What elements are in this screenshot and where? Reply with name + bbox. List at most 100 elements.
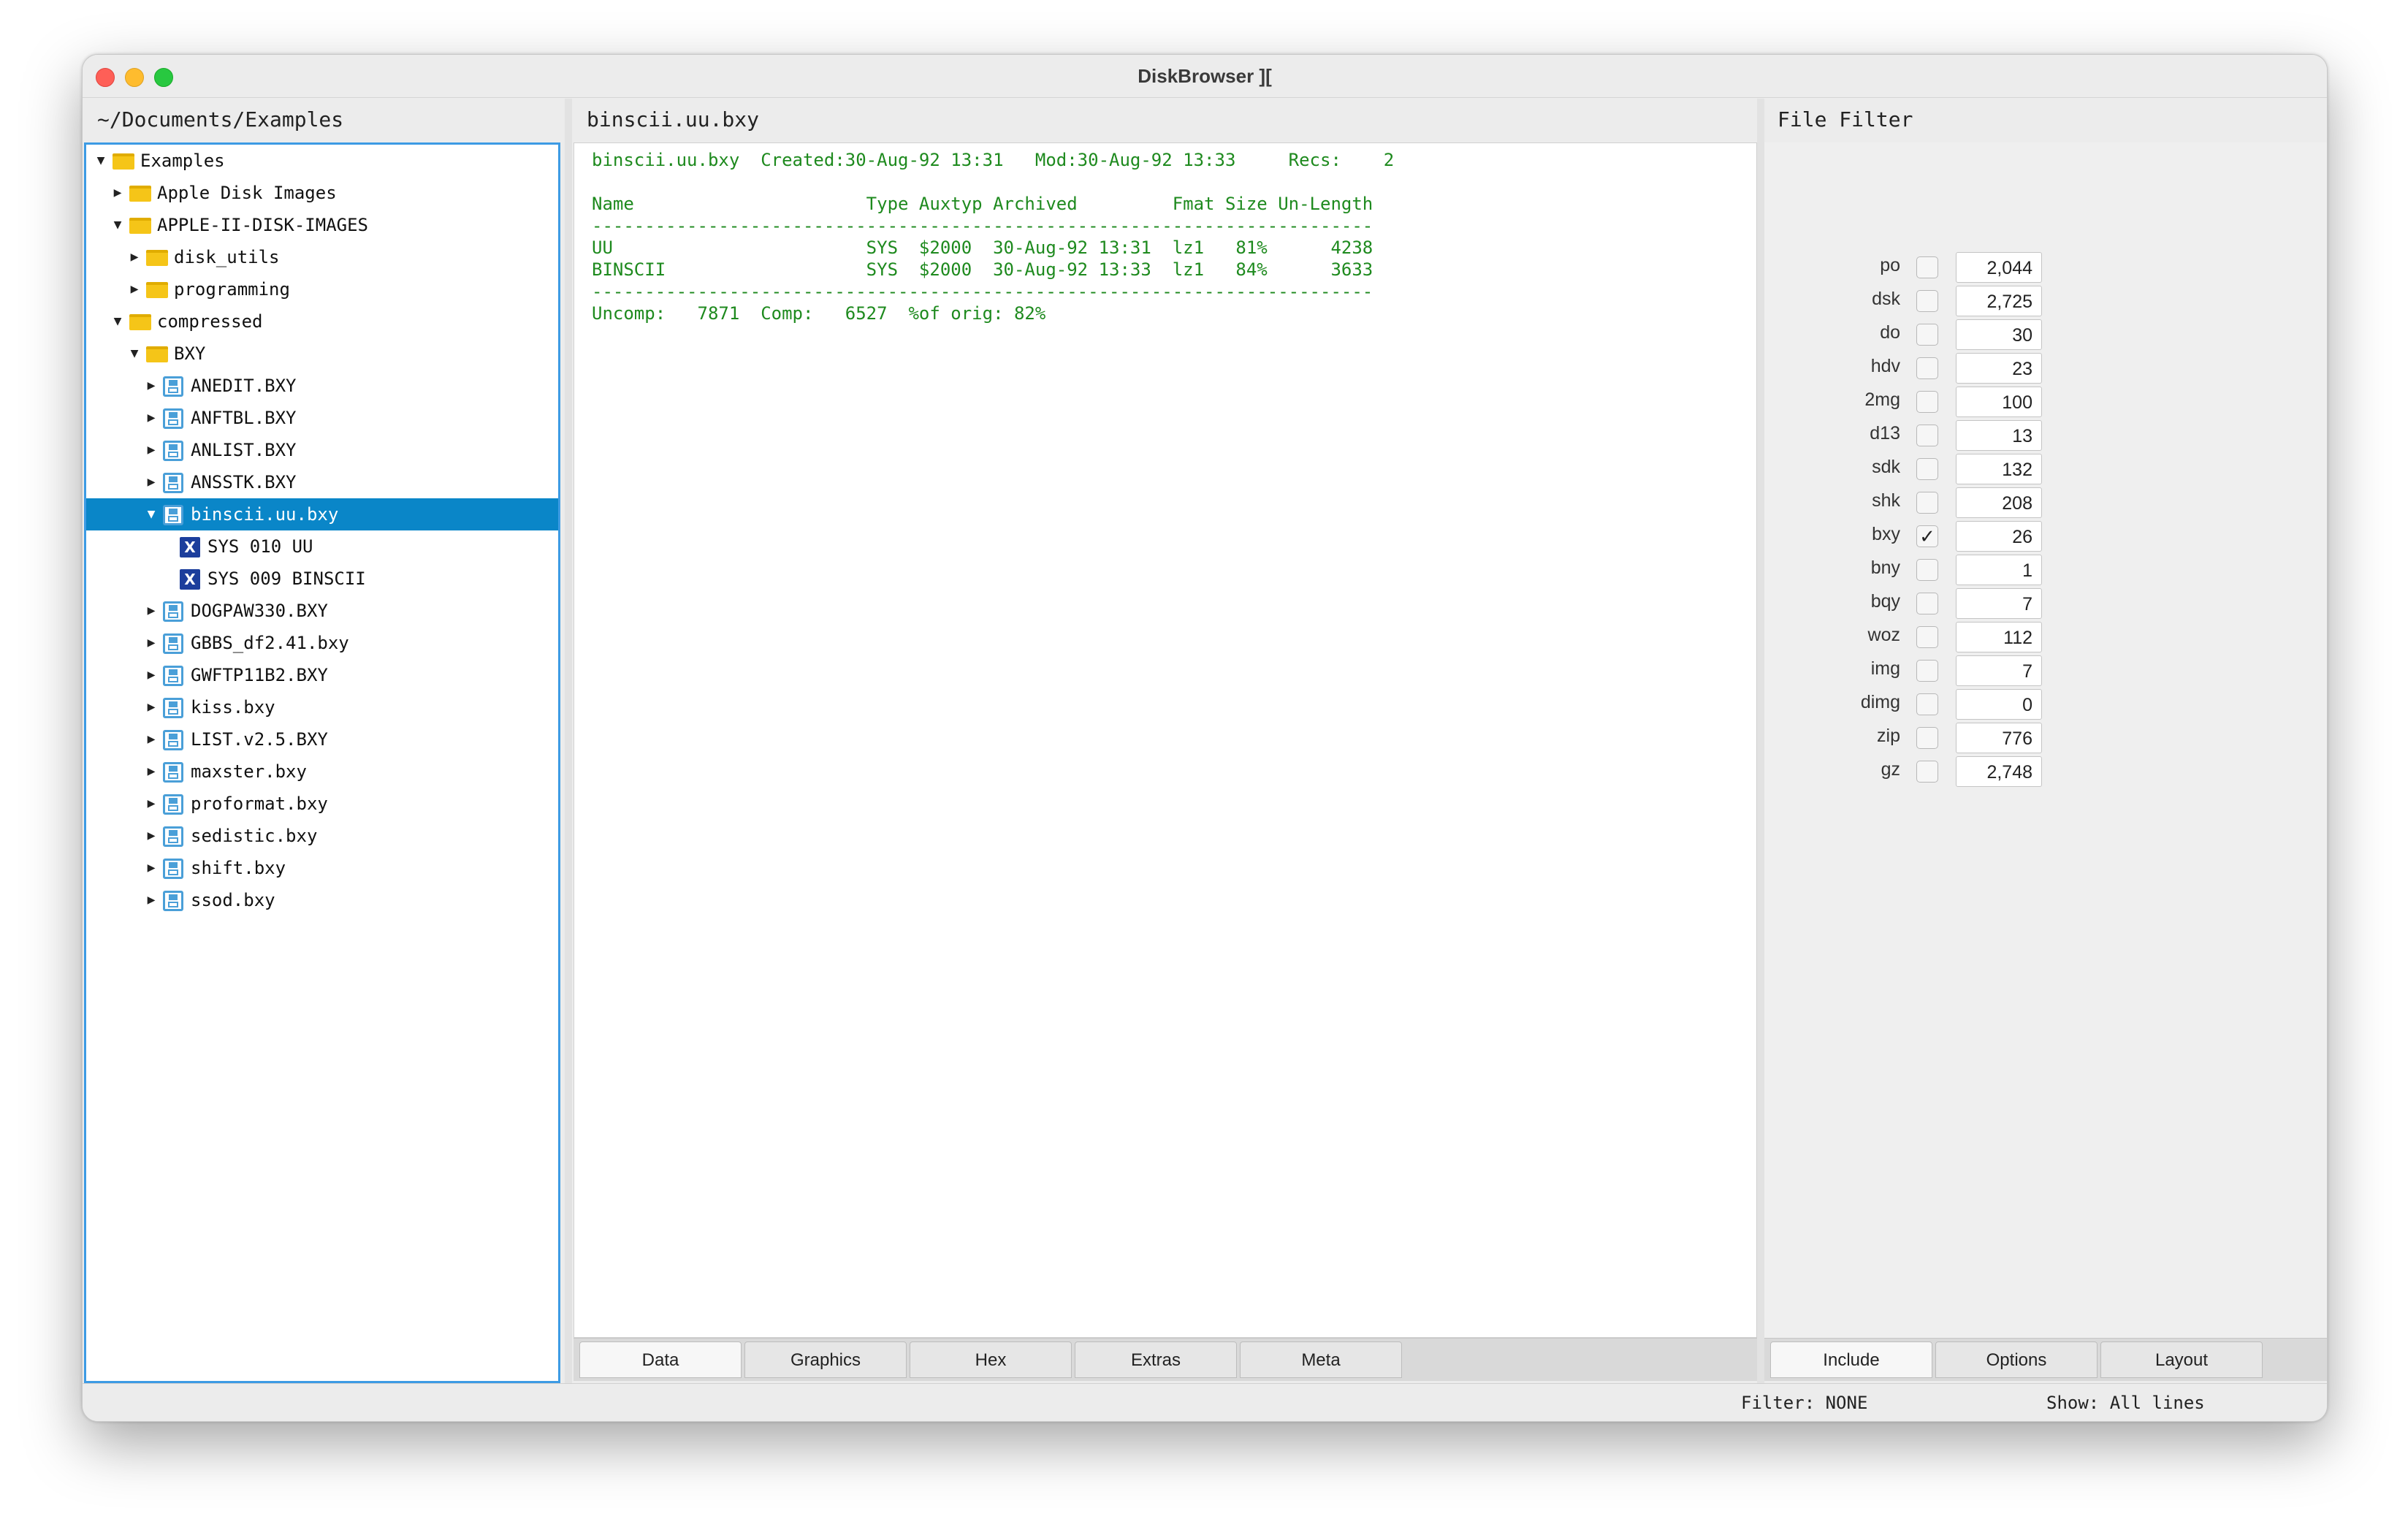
folder-icon [146,346,168,362]
expand-arrow-icon[interactable]: ▶ [144,756,159,788]
tree-item-label: compressed [157,311,263,332]
filter-checkbox-do[interactable] [1916,324,1938,346]
window-title: DiskBrowser ][ [1138,65,1272,87]
filter-tab-layout[interactable]: Layout [2100,1341,2263,1378]
tree-item-label: SYS 009 BINSCII [207,568,366,589]
disk-icon [163,473,183,493]
tree-item-shift-bxy[interactable]: ▶ shift.bxy [86,852,558,884]
left-splitter[interactable] [565,99,572,1421]
filter-row-sdk: sdk 132 [1764,452,2327,486]
filter-label: po [1880,255,1900,275]
content-area[interactable]: binscii.uu.bxy Created:30-Aug-92 13:31 M… [574,142,1757,1338]
filter-checkbox-bqy[interactable] [1916,593,1938,614]
tree-item-programming[interactable]: ▶ programming [86,273,558,305]
filter-count: 112 [1956,622,2042,652]
tree-item-ansstk-bxy[interactable]: ▶ ANSSTK.BXY [86,466,558,498]
expand-arrow-icon[interactable]: ▶ [144,402,159,434]
filter-label: zip [1877,726,1900,746]
tree-item-sys-010-uu[interactable]: X SYS 010 UU [86,530,558,563]
tree-item-ssod-bxy[interactable]: ▶ ssod.bxy [86,884,558,916]
filter-tab-include[interactable]: Include [1770,1341,1932,1378]
filter-tab-options[interactable]: Options [1935,1341,2098,1378]
tab-graphics[interactable]: Graphics [744,1341,907,1378]
folder-icon [113,153,134,170]
tree-item-anftbl-bxy[interactable]: ▶ ANFTBL.BXY [86,402,558,434]
expand-arrow-icon[interactable]: ▶ [144,884,159,916]
expand-arrow-icon[interactable]: ▶ [144,627,159,659]
tree-item-label: disk_utils [174,247,280,267]
file-filter-list: po 2,044 dsk 2,725 do 30 hdv 23 2mg 100 d13 13 sdk 13… [1764,142,2327,1338]
filter-checkbox-bxy[interactable]: ✓ [1916,525,1938,547]
expand-arrow-icon[interactable]: ▶ [144,723,159,756]
file-listing-text: binscii.uu.bxy Created:30-Aug-92 13:31 M… [592,150,1395,324]
filter-checkbox-img[interactable] [1916,660,1938,682]
tree-item-anlist-bxy[interactable]: ▶ ANLIST.BXY [86,434,558,466]
filter-checkbox-dsk[interactable] [1916,290,1938,312]
tab-hex[interactable]: Hex [910,1341,1072,1378]
filter-row-dsk: dsk 2,725 [1764,284,2327,318]
expand-arrow-icon[interactable]: ▶ [144,659,159,691]
filter-count: 2,725 [1956,286,2042,316]
tree-item-sys-009-binscii[interactable]: X SYS 009 BINSCII [86,563,558,595]
disk-icon [163,376,183,397]
tree-item-dogpaw330-bxy[interactable]: ▶ DOGPAW330.BXY [86,595,558,627]
expand-arrow-icon[interactable]: ▶ [110,177,125,209]
expand-arrow-icon[interactable]: ▶ [144,434,159,466]
filter-checkbox-zip[interactable] [1916,727,1938,749]
filter-checkbox-po[interactable] [1916,256,1938,278]
expand-arrow-icon[interactable]: ▶ [144,788,159,820]
filter-label: gz [1881,759,1900,780]
collapse-arrow-icon[interactable]: ▼ [110,209,125,241]
expand-arrow-icon[interactable]: ▶ [127,241,142,273]
expand-arrow-icon[interactable]: ▶ [144,691,159,723]
tree-item-label: ANLIST.BXY [191,440,297,460]
tree-item-binscii-uu-bxy[interactable]: ▼ binscii.uu.bxy [86,498,558,530]
file-tree[interactable]: ▼ Examples ▶ Apple Disk Images ▼ APPLE-II-DIS… [84,142,560,1383]
right-splitter[interactable] [1757,99,1764,1421]
tree-item-maxster-bxy[interactable]: ▶ maxster.bxy [86,756,558,788]
tree-item-compressed[interactable]: ▼ compressed [86,305,558,338]
filter-checkbox-hdv[interactable] [1916,357,1938,379]
expand-arrow-icon[interactable]: ▶ [144,852,159,884]
tree-item-label: DOGPAW330.BXY [191,601,328,621]
collapse-arrow-icon[interactable]: ▼ [94,145,108,177]
filter-checkbox-bny[interactable] [1916,559,1938,581]
expand-arrow-icon[interactable]: ▶ [144,595,159,627]
filter-checkbox-2mg[interactable] [1916,391,1938,413]
filter-checkbox-woz[interactable] [1916,626,1938,648]
tree-item-disk-utils[interactable]: ▶ disk_utils [86,241,558,273]
collapse-arrow-icon[interactable]: ▼ [110,305,125,338]
tree-item-gbbs-df2-41-bxy[interactable]: ▶ GBBS_df2.41.bxy [86,627,558,659]
tree-item-apple-ii-disk-images[interactable]: ▼ APPLE-II-DISK-IMAGES [86,209,558,241]
expand-arrow-icon[interactable]: ▶ [127,273,142,305]
tab-data[interactable]: Data [579,1341,742,1378]
tab-extras[interactable]: Extras [1075,1341,1237,1378]
filter-checkbox-d13[interactable] [1916,425,1938,446]
tree-item-bxy[interactable]: ▼ BXY [86,338,558,370]
collapse-arrow-icon[interactable]: ▼ [144,498,159,530]
tree-item-anedit-bxy[interactable]: ▶ ANEDIT.BXY [86,370,558,402]
tree-item-gwftp11b2-bxy[interactable]: ▶ GWFTP11B2.BXY [86,659,558,691]
filter-label: dimg [1860,692,1900,712]
status-bar: Filter: NONE Show: All lines [83,1383,2327,1421]
expand-arrow-icon[interactable]: ▶ [144,466,159,498]
status-filter: Filter: NONE [1741,1393,1868,1413]
filter-row-bny: bny 1 [1764,553,2327,587]
tree-item-label: ssod.bxy [191,890,275,910]
filter-checkbox-sdk[interactable] [1916,458,1938,480]
tree-item-sedistic-bxy[interactable]: ▶ sedistic.bxy [86,820,558,852]
tree-item-kiss-bxy[interactable]: ▶ kiss.bxy [86,691,558,723]
filter-checkbox-gz[interactable] [1916,761,1938,783]
filter-checkbox-dimg[interactable] [1916,693,1938,715]
filter-row-hdv: hdv 23 [1764,351,2327,385]
expand-arrow-icon[interactable]: ▶ [144,820,159,852]
tree-item-list-v2-5-bxy[interactable]: ▶ LIST.v2.5.BXY [86,723,558,756]
expand-arrow-icon[interactable]: ▶ [144,370,159,402]
filter-checkbox-shk[interactable] [1916,492,1938,514]
tree-item-proformat-bxy[interactable]: ▶ proformat.bxy [86,788,558,820]
status-show: Show: All lines [2046,1393,2205,1413]
tree-item-apple-disk-images[interactable]: ▶ Apple Disk Images [86,177,558,209]
collapse-arrow-icon[interactable]: ▼ [127,338,142,370]
tab-meta[interactable]: Meta [1240,1341,1402,1378]
tree-item-examples[interactable]: ▼ Examples [86,145,558,177]
